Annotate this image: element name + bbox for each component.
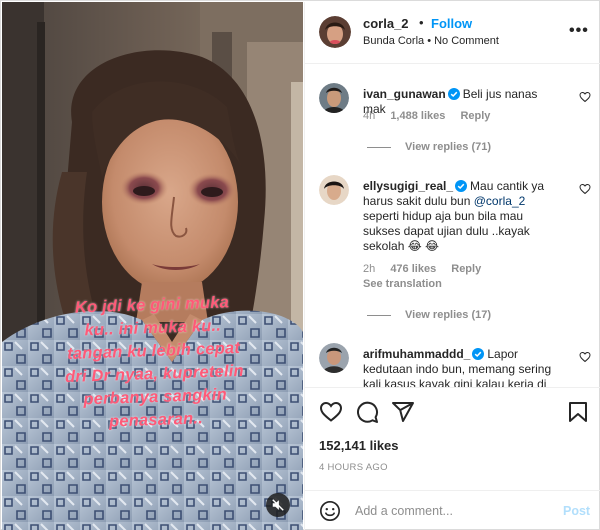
replies-divider [367,314,391,316]
comment-like-heart-icon[interactable] [579,183,591,195]
post-comment-button[interactable]: Post [563,504,590,518]
author-username[interactable]: corla_2 [363,16,409,31]
comment-likes[interactable]: 476 likes [390,263,436,275]
smiley-icon[interactable] [319,500,341,522]
view-replies-label: View replies (17) [405,309,492,321]
reply-button[interactable]: Reply [460,110,490,122]
comment-meta: 4h 1,488 likes Reply [363,110,502,122]
add-comment-bar: Post [305,490,600,530]
commenter-username[interactable]: ellysugigi_real_ [363,179,453,193]
comment-input[interactable] [355,501,545,521]
see-translation-link[interactable]: See translation [363,278,442,290]
video-caption-overlay: Ko jdi ke gini muka ku.. ini muka ku.. t… [14,289,295,437]
commenter-avatar[interactable] [319,175,349,205]
heart-icon[interactable] [319,400,343,424]
comments-list[interactable]: ivan_gunawan Beli jus nanas mak 4h 1,488 … [305,65,600,387]
post-sidebar: corla_2 • Follow Bunda Corla • No Commen… [304,2,600,530]
comment-age: 2h [363,263,376,275]
user-mention-link[interactable]: @corla_2 [474,194,526,208]
follow-button[interactable]: Follow [431,16,472,31]
view-replies-button[interactable]: View replies (71) [367,141,491,153]
verified-badge-icon [472,348,485,360]
post-photo [2,2,303,530]
mute-button[interactable] [266,493,290,517]
comment-age: 4h [363,110,376,122]
post-dialog: Ko jdi ke gini muka ku.. ini muka ku.. t… [0,0,600,530]
separator-dot: • [419,15,424,30]
post-subtitle: Bunda Corla • No Comment [363,35,499,47]
reply-button[interactable]: Reply [451,263,481,275]
comment-text: ellysugigi_real_ Mau cantik ya harus saki… [363,179,559,254]
comment-text: arifmuhammaddd_ Lapor kedutaan indo bun, … [363,347,559,387]
like-count[interactable]: 152,141 likes [319,438,399,453]
commenter-avatar[interactable] [319,343,349,373]
post-header: corla_2 • Follow Bunda Corla • No Commen… [305,2,600,64]
verified-badge-icon [455,180,468,192]
comment-like-heart-icon[interactable] [579,91,591,103]
commenter-avatar[interactable] [319,83,349,113]
commenter-username[interactable]: arifmuhammaddd_ [363,347,470,361]
speaker-muted-icon [272,499,284,511]
view-replies-button[interactable]: View replies (17) [367,309,491,321]
post-timestamp[interactable]: 4 HOURS AGO [319,462,388,473]
replies-divider [367,146,391,148]
more-options-icon[interactable]: ••• [569,22,589,40]
comment-icon[interactable] [355,400,379,424]
commenter-username[interactable]: ivan_gunawan [363,87,446,101]
post-actions-bar: 152,141 likes 4 HOURS AGO [305,387,600,499]
comment-body-cont: seperti hidup aja bun bila mau sukses da… [363,209,530,253]
author-avatar[interactable] [319,16,351,48]
share-icon[interactable] [391,400,415,424]
view-replies-label: View replies (71) [405,141,492,153]
comment-likes[interactable]: 1,488 likes [390,110,445,122]
comment-like-heart-icon[interactable] [579,351,591,363]
verified-badge-icon [447,88,460,100]
bookmark-icon[interactable] [567,400,589,424]
post-media[interactable]: Ko jdi ke gini muka ku.. ini muka ku.. t… [2,2,303,530]
comment-meta: 2h 476 likes Reply [363,263,493,275]
